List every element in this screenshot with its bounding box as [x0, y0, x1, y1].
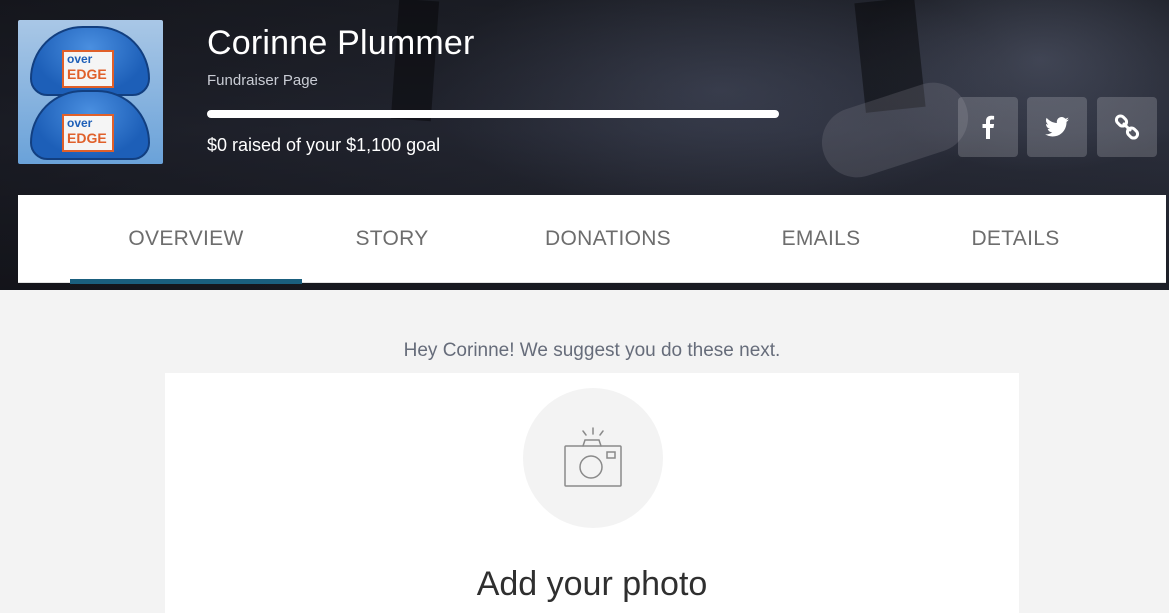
- helmet-image: over EDGE: [30, 26, 150, 96]
- sticker-text-top: over: [67, 52, 93, 66]
- add-photo-card[interactable]: Add your photo: [165, 373, 1019, 613]
- add-photo-title: Add your photo: [476, 565, 708, 603]
- sticker-text-top: over: [67, 116, 93, 130]
- copy-link-button[interactable]: [1097, 97, 1157, 157]
- tab-story[interactable]: STORY: [307, 195, 477, 283]
- tab-label: OVERVIEW: [128, 227, 244, 250]
- tab-overview[interactable]: OVERVIEW: [70, 195, 302, 284]
- tab-label: DONATIONS: [545, 227, 671, 250]
- helmet-sticker: over EDGE: [62, 114, 114, 152]
- tab-label: EMAILS: [781, 227, 861, 250]
- avatar[interactable]: over EDGE over EDGE: [18, 20, 163, 164]
- fundraising-progress-bar: [207, 110, 779, 118]
- twitter-share-button[interactable]: [1027, 97, 1087, 157]
- suggestion-message: Hey Corinne! We suggest you do these nex…: [403, 340, 781, 361]
- tab-emails[interactable]: EMAILS: [736, 195, 906, 283]
- tab-label: DETAILS: [971, 227, 1060, 250]
- tab-label: STORY: [355, 227, 429, 250]
- camera-icon: [564, 427, 622, 487]
- raised-amount-text: $0 raised of your $1,100 goal: [207, 135, 441, 155]
- twitter-icon: [1045, 117, 1069, 137]
- tab-donations[interactable]: DONATIONS: [493, 195, 723, 283]
- tab-details[interactable]: DETAILS: [928, 195, 1103, 283]
- sticker-text-bottom: EDGE: [67, 66, 107, 82]
- sticker-text-bottom: EDGE: [67, 130, 107, 146]
- link-icon: [1114, 114, 1140, 140]
- photo-icon-circle[interactable]: [523, 388, 663, 528]
- tab-bar: OVERVIEW STORY DONATIONS EMAILS DETAILS: [18, 195, 1166, 284]
- facebook-icon: [982, 115, 995, 139]
- helmet-sticker: over EDGE: [62, 50, 114, 88]
- helmet-image: over EDGE: [30, 90, 150, 160]
- active-tab-indicator: [70, 279, 302, 284]
- fundraiser-name: Corinne Plummer: [207, 24, 475, 62]
- page-type-label: Fundraiser Page: [207, 72, 318, 89]
- facebook-share-button[interactable]: [958, 97, 1018, 157]
